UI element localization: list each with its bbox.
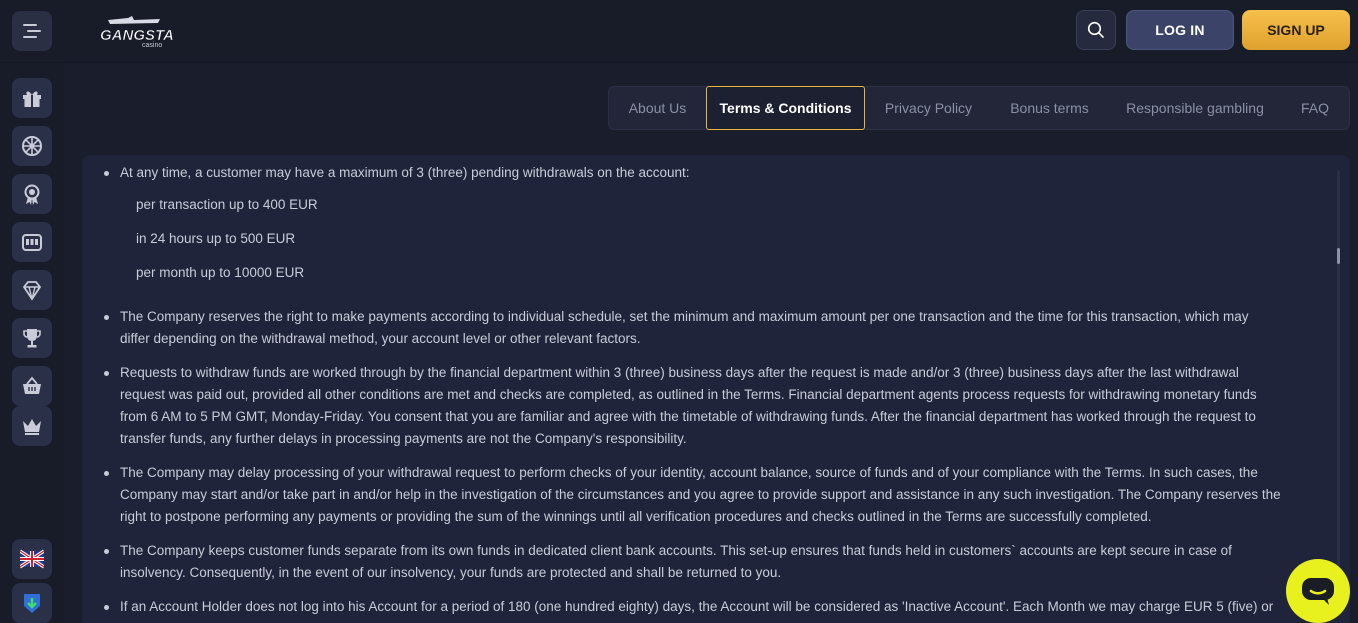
tab-about-us[interactable]: About Us: [609, 86, 706, 130]
award-icon: [24, 184, 40, 205]
search-button[interactable]: [1076, 10, 1116, 50]
sidebar-item-tournaments[interactable]: [12, 318, 52, 358]
info-tabs: About Us Terms & Conditions Privacy Poli…: [608, 86, 1350, 130]
paragraph-line: right to postpone performing any payment…: [120, 509, 1152, 524]
paragraph-line: The Company may delay processing of your…: [120, 465, 1258, 480]
sidebar-item-loyalty[interactable]: [12, 406, 52, 446]
tab-faq[interactable]: FAQ: [1283, 86, 1347, 130]
basket-icon: [23, 376, 41, 394]
gift-icon: [23, 91, 41, 107]
signup-button[interactable]: SIGN UP: [1242, 10, 1350, 50]
paragraph-line: The Company reserves the right to make p…: [120, 309, 1249, 324]
list-item: The Company reserves the right to make p…: [104, 306, 1320, 350]
search-icon: [1087, 21, 1104, 38]
list-item: per transaction up to 400 EUR: [136, 197, 318, 212]
uk-flag-icon: [20, 549, 44, 569]
crown-icon: [23, 419, 41, 435]
list-item: If an Account Holder does not log into h…: [104, 596, 1320, 618]
login-button[interactable]: LOG IN: [1126, 10, 1234, 50]
sidebar-item-vip[interactable]: [12, 270, 52, 310]
sidebar-item-shop[interactable]: [12, 366, 52, 406]
diamond-icon: [22, 281, 42, 301]
sidebar: [0, 63, 64, 623]
tab-bonus-terms[interactable]: Bonus terms: [992, 86, 1107, 130]
sidebar-item-promotions[interactable]: [12, 78, 52, 118]
paragraph-line: request was paid out, provided all other…: [120, 387, 1257, 402]
top-header: GANGSTA casino LOG IN SIGN UP: [0, 0, 1358, 63]
list-item: in 24 hours up to 500 EUR: [136, 231, 296, 246]
paragraph-line: differ depending on the withdrawal metho…: [120, 331, 641, 346]
paragraph-line: Requests to withdraw funds are worked th…: [120, 365, 1239, 380]
chat-bubble-icon: [1302, 578, 1334, 605]
menu-button[interactable]: [12, 11, 52, 51]
language-selector[interactable]: [12, 539, 52, 579]
download-icon: [24, 594, 40, 613]
svg-text:casino: casino: [142, 42, 162, 49]
wheel-icon: [22, 136, 42, 156]
sidebar-item-slots[interactable]: [12, 222, 52, 262]
live-chat-button[interactable]: [1286, 559, 1350, 623]
content-scrollbar[interactable]: [1337, 170, 1340, 610]
tab-privacy-policy[interactable]: Privacy Policy: [865, 86, 992, 130]
scrollbar-thumb[interactable]: [1337, 248, 1340, 264]
paragraph-line: Company may start and/or take part in an…: [120, 487, 1281, 502]
download-app-button[interactable]: [12, 583, 52, 623]
paragraph-line: from 6 AM to 5 PM GMT, Monday-Friday. Yo…: [120, 409, 1256, 424]
list-item: Requests to withdraw funds are worked th…: [104, 362, 1320, 450]
list-item: per month up to 10000 EUR: [136, 265, 305, 280]
gangsta-casino-logo[interactable]: GANGSTA casino: [98, 14, 178, 50]
terms-content: At any time, a customer may have a maxim…: [82, 155, 1350, 623]
tab-responsible-gambling[interactable]: Responsible gambling: [1107, 86, 1283, 130]
sidebar-item-achievements[interactable]: [12, 174, 52, 214]
paragraph-line: insolvency. Consequently, in the event o…: [120, 565, 782, 580]
paragraph-line: If an Account Holder does not log into h…: [120, 599, 1274, 614]
paragraph-line: The Company keeps customer funds separat…: [120, 543, 1232, 558]
list-item: At any time, a customer may have a maxim…: [104, 162, 1320, 184]
list-item: The Company keeps customer funds separat…: [104, 540, 1320, 584]
list-item: The Company may delay processing of your…: [104, 462, 1320, 528]
hamburger-menu-icon: [23, 24, 41, 38]
tab-terms-conditions[interactable]: Terms & Conditions: [706, 86, 865, 130]
sidebar-item-wheel[interactable]: [12, 126, 52, 166]
svg-text:GANGSTA: GANGSTA: [100, 27, 174, 44]
trophy-icon: [23, 329, 41, 348]
paragraph-line: transfer funds, any further delays in pr…: [120, 431, 687, 446]
slot-machine-icon: [22, 234, 42, 251]
